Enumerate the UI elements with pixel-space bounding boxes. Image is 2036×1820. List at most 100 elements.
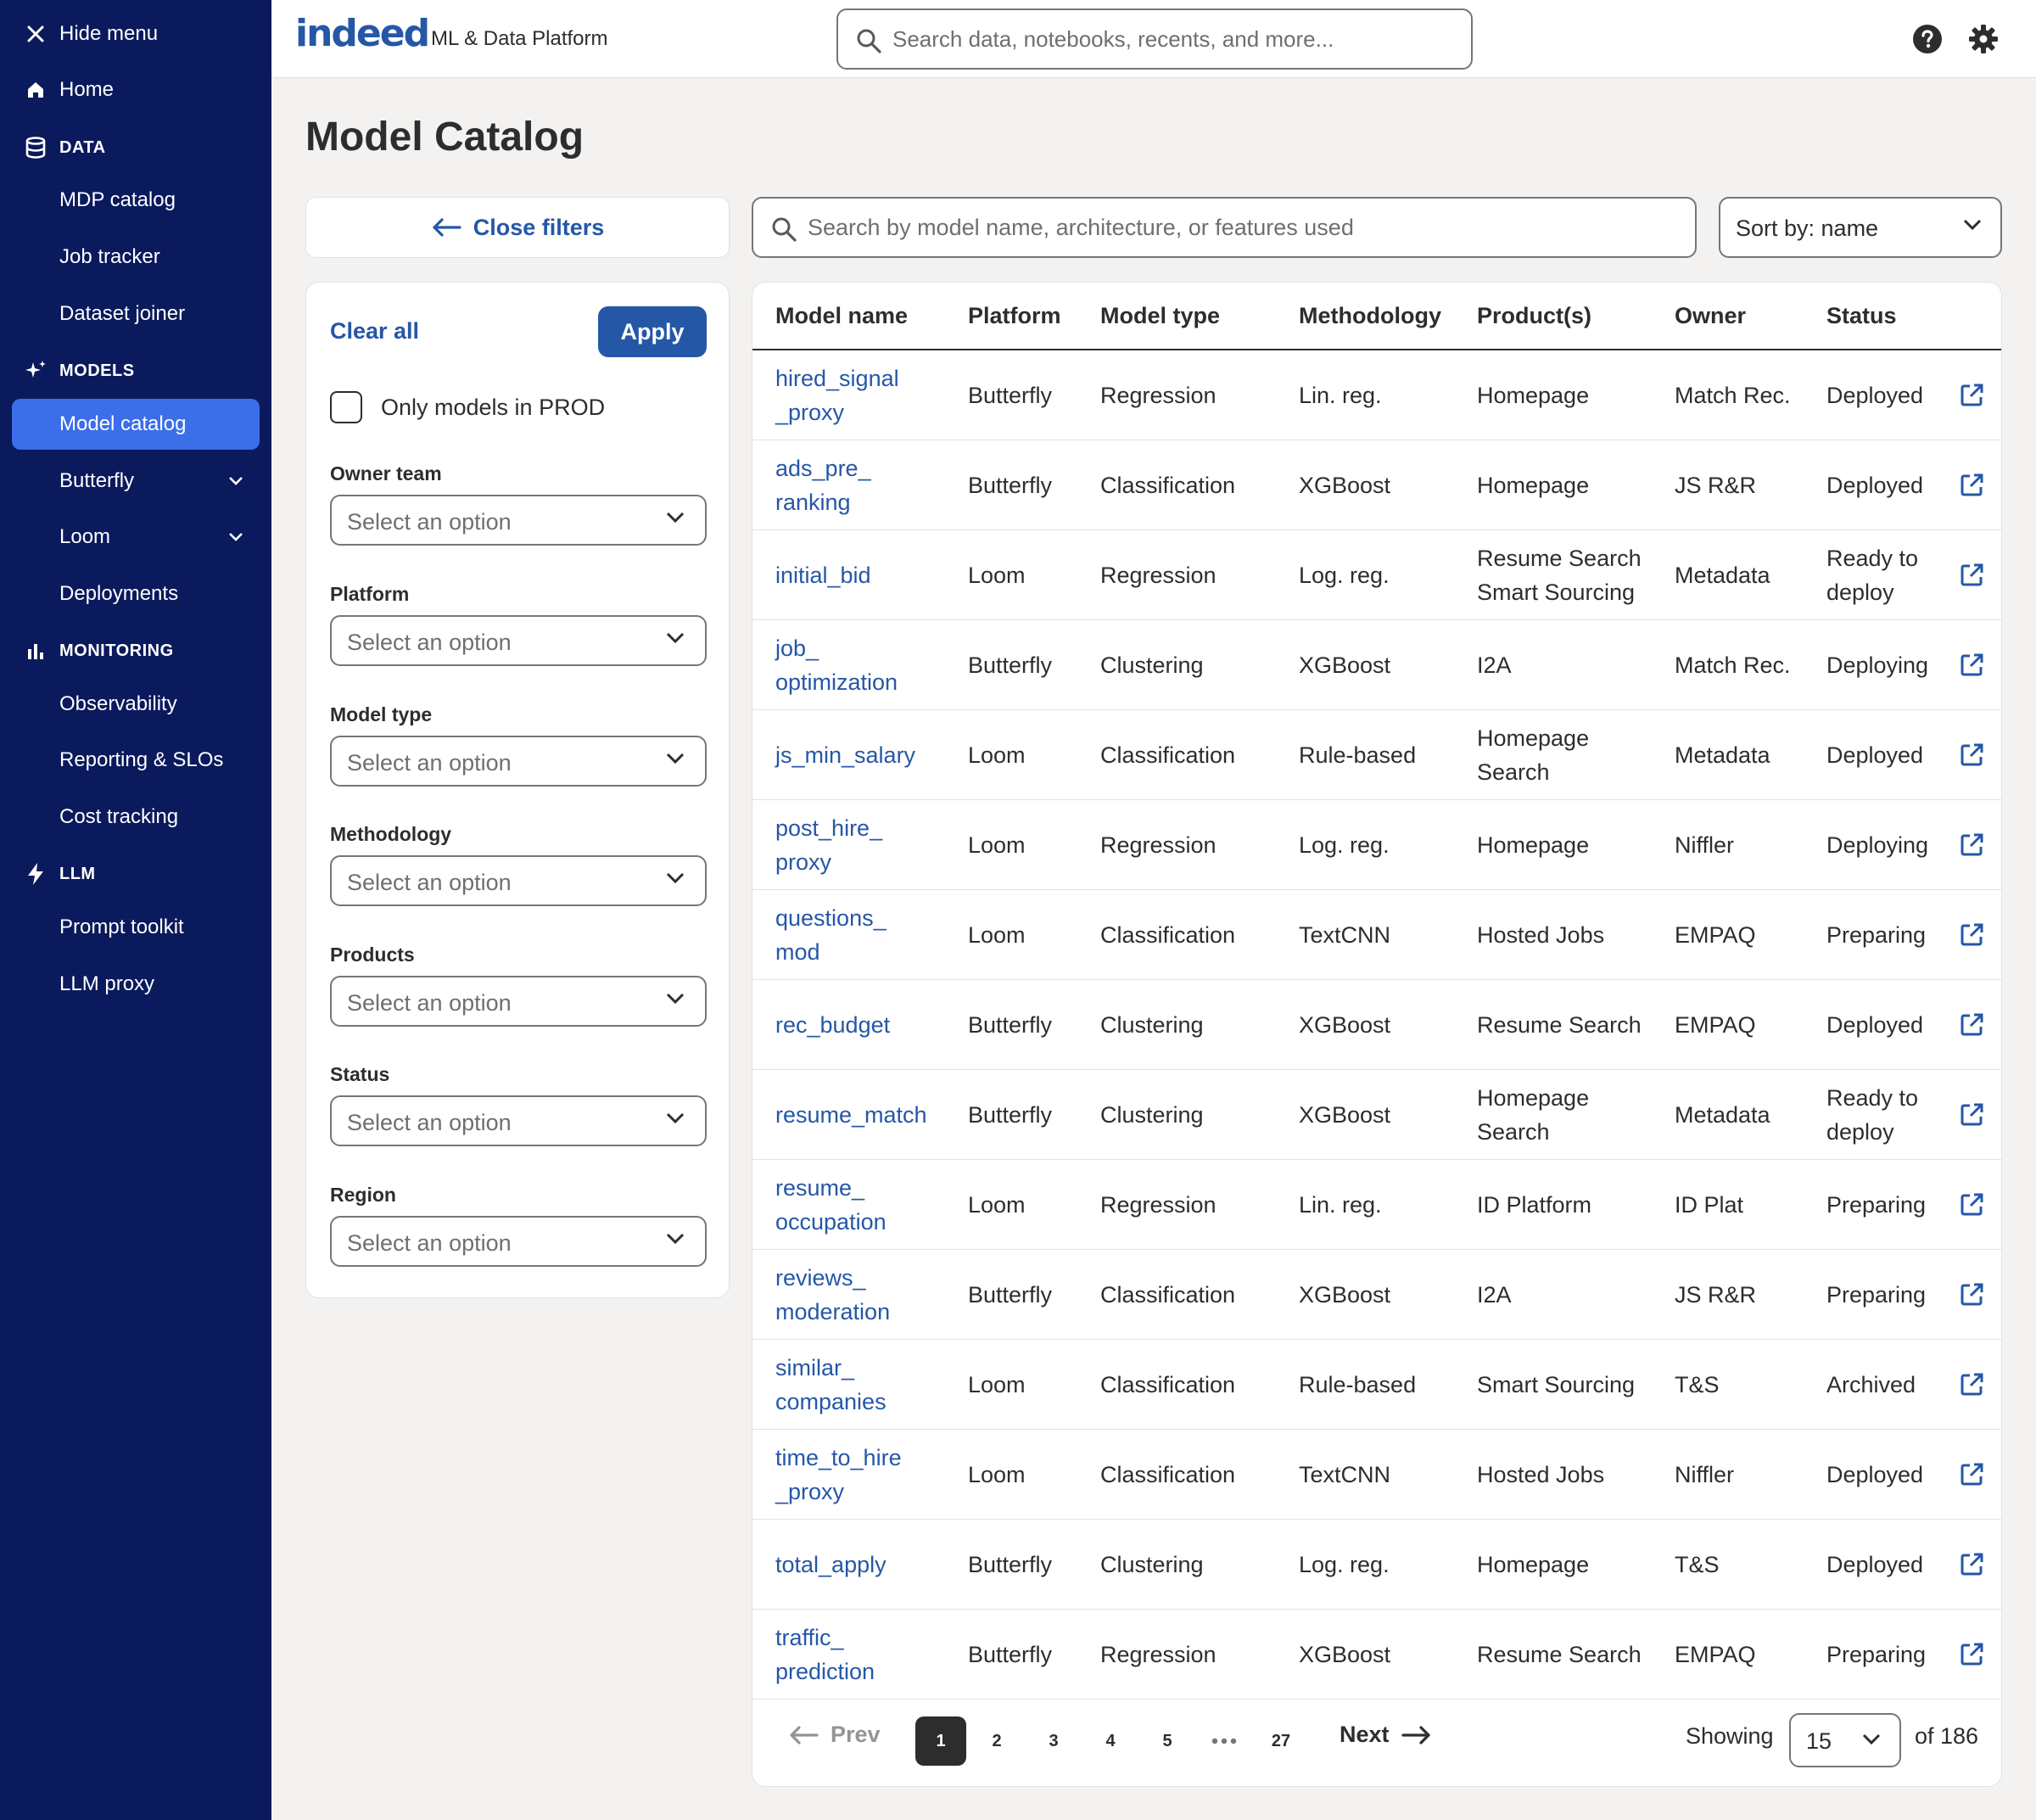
platform-cell: Loom — [968, 1192, 1026, 1218]
external-link-icon[interactable] — [1957, 440, 1986, 530]
external-link-icon[interactable] — [1957, 1520, 1986, 1610]
external-link-icon[interactable] — [1957, 1430, 1986, 1520]
model-name-link[interactable]: ads_pre_ ranking — [775, 440, 871, 530]
methodology-cell: Lin. reg. — [1299, 1192, 1382, 1218]
col-model-type[interactable]: Model type — [1100, 303, 1220, 329]
sidebar-item-mdp-catalog[interactable]: MDP catalog — [0, 175, 271, 226]
page-5-button[interactable]: 5 — [1142, 1716, 1193, 1766]
apply-button[interactable]: Apply — [598, 306, 707, 357]
model-name-link[interactable]: initial_bid — [775, 530, 871, 620]
external-link-icon[interactable] — [1957, 1250, 1986, 1340]
model-type-cell: Clustering — [1100, 1102, 1204, 1128]
model-name-link[interactable]: reviews_ moderation — [775, 1250, 890, 1340]
products-select[interactable]: Select an option — [330, 976, 707, 1027]
prod-only-checkbox[interactable] — [330, 391, 362, 423]
owner-cell: Metadata — [1675, 1102, 1770, 1128]
external-link-icon[interactable] — [1957, 710, 1986, 800]
hide-menu-button[interactable]: Hide menu — [0, 8, 271, 59]
search-icon — [770, 216, 797, 247]
external-link-icon[interactable] — [1957, 530, 1986, 620]
per-page-select[interactable]: 15 — [1789, 1713, 1901, 1767]
region-select[interactable]: Select an option — [330, 1216, 707, 1267]
top-bar: indeed ML & Data Platform — [271, 0, 2036, 78]
sidebar-item-loom[interactable]: Loom — [0, 512, 271, 563]
external-link-icon[interactable] — [1957, 350, 1986, 440]
model-name-link[interactable]: js_min_salary — [775, 710, 915, 800]
external-link-icon[interactable] — [1957, 1070, 1986, 1160]
platform-cell: Butterfly — [968, 1012, 1053, 1038]
external-link-icon[interactable] — [1957, 620, 1986, 710]
prev-button[interactable]: Prev — [788, 1722, 881, 1748]
owner-cell: JS R&R — [1675, 473, 1757, 498]
gear-icon[interactable] — [1968, 24, 1999, 59]
sidebar-item-deployments[interactable]: Deployments — [0, 568, 271, 619]
owner-cell: Metadata — [1675, 742, 1770, 768]
model-name-link[interactable]: rec_budget — [775, 980, 890, 1070]
col-status[interactable]: Status — [1826, 303, 1897, 329]
sidebar-item-prompt-toolkit[interactable]: Prompt toolkit — [0, 902, 271, 953]
model-type-select[interactable]: Select an option — [330, 736, 707, 787]
col-owner[interactable]: Owner — [1675, 303, 1746, 329]
sidebar-item-observability[interactable]: Observability — [0, 679, 271, 730]
external-link-icon[interactable] — [1957, 1160, 1986, 1250]
external-link-icon[interactable] — [1957, 890, 1986, 980]
model-name-link[interactable]: total_apply — [775, 1520, 887, 1610]
help-icon[interactable] — [1912, 24, 1943, 59]
sidebar-item-butterfly[interactable]: Butterfly — [0, 456, 271, 507]
external-link-icon[interactable] — [1957, 1340, 1986, 1430]
owner-cell: EMPAQ — [1675, 1012, 1756, 1038]
owner-cell: Metadata — [1675, 563, 1770, 588]
table-row: reviews_ moderation Butterfly Classificati… — [752, 1250, 2001, 1340]
page-27-button[interactable]: 27 — [1256, 1716, 1306, 1766]
sort-select[interactable]: Sort by: name — [1719, 197, 2002, 258]
global-search-input[interactable] — [892, 22, 1452, 56]
owner-cell: ID Plat — [1675, 1192, 1744, 1218]
close-filters-button[interactable]: Close filters — [305, 197, 730, 258]
model-name-link[interactable]: resume_ occupation — [775, 1160, 887, 1250]
page-1-button[interactable]: 1 — [915, 1716, 966, 1766]
sidebar-item-dataset-joiner[interactable]: Dataset joiner — [0, 288, 271, 339]
model-name-link[interactable]: time_to_hire _proxy — [775, 1430, 902, 1520]
platform-cell: Loom — [968, 1372, 1026, 1397]
methodology-select[interactable]: Select an option — [330, 855, 707, 906]
owner-cell: T&S — [1675, 1372, 1720, 1397]
model-name-link[interactable]: similar_ companies — [775, 1340, 887, 1430]
sidebar-item-home[interactable]: Home — [0, 64, 271, 115]
sidebar-item-cost-tracking[interactable]: Cost tracking — [0, 792, 271, 843]
external-link-icon[interactable] — [1957, 800, 1986, 890]
model-name-link[interactable]: resume_match — [775, 1070, 927, 1160]
col-model-name[interactable]: Model name — [775, 303, 908, 329]
platform-select[interactable]: Select an option — [330, 615, 707, 666]
sidebar-item-model-catalog[interactable]: Model catalog — [12, 399, 260, 450]
model-search-input[interactable] — [808, 210, 1673, 244]
page-2-button[interactable]: 2 — [971, 1716, 1022, 1766]
model-name-link[interactable]: hired_signal _proxy — [775, 350, 899, 440]
page-3-button[interactable]: 3 — [1028, 1716, 1079, 1766]
external-link-icon[interactable] — [1957, 980, 1986, 1070]
sidebar-item-llm-proxy[interactable]: LLM proxy — [0, 959, 271, 1010]
external-link-icon[interactable] — [1957, 1610, 1986, 1700]
next-button[interactable]: Next — [1340, 1722, 1432, 1748]
col-methodology[interactable]: Methodology — [1299, 303, 1441, 329]
owner-team-select[interactable]: Select an option — [330, 495, 707, 546]
products-cell: Hosted Jobs — [1477, 922, 1605, 948]
model-name-link[interactable]: traffic_ prediction — [775, 1610, 875, 1700]
platform-cell: Butterfly — [968, 1102, 1053, 1128]
clear-all-link[interactable]: Clear all — [330, 318, 419, 344]
status-select[interactable]: Select an option — [330, 1095, 707, 1146]
sidebar-item-job-tracker[interactable]: Job tracker — [0, 232, 271, 283]
model-name-link[interactable]: post_hire_ proxy — [775, 800, 882, 890]
global-search[interactable] — [836, 8, 1473, 70]
indeed-logo[interactable]: indeed — [295, 12, 430, 55]
chevron-down-icon — [226, 471, 246, 491]
owner-cell: Match Rec. — [1675, 383, 1791, 408]
col-platform[interactable]: Platform — [968, 303, 1061, 329]
model-search[interactable] — [752, 197, 1697, 258]
sidebar-item-reporting[interactable]: Reporting & SLOs — [0, 735, 271, 786]
model-name-link[interactable]: questions_ mod — [775, 890, 887, 980]
page-4-button[interactable]: 4 — [1085, 1716, 1136, 1766]
model-type-cell: Regression — [1100, 383, 1217, 408]
col-products[interactable]: Product(s) — [1477, 303, 1591, 329]
model-name-link[interactable]: job_ optimization — [775, 620, 898, 710]
model-type-cell: Clustering — [1100, 1012, 1204, 1038]
